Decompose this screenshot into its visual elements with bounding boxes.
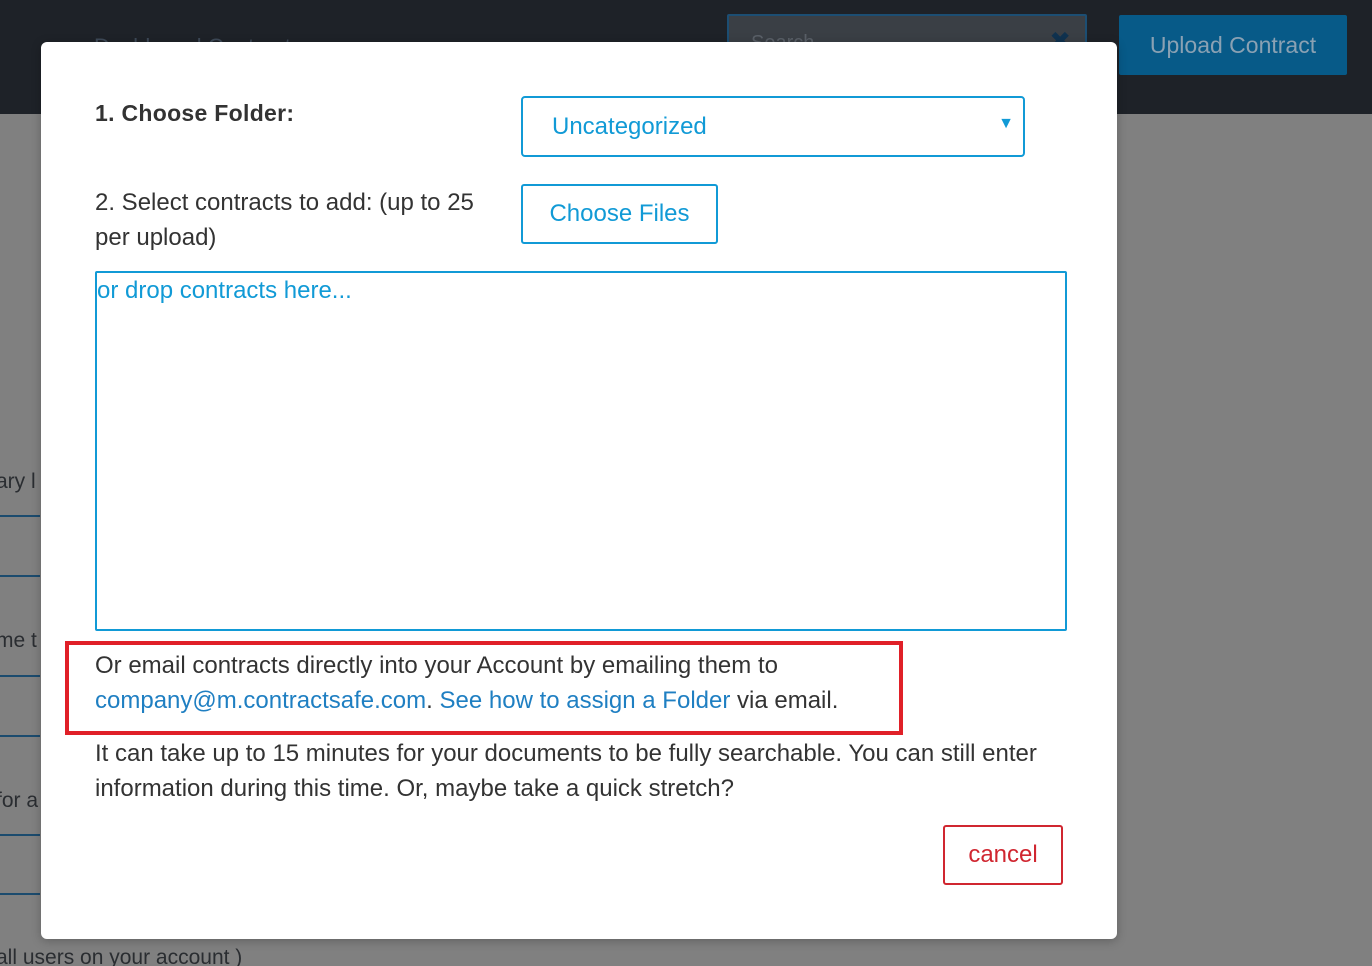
choose-files-button[interactable]: Choose Files	[521, 184, 718, 244]
background-field-underline	[0, 675, 40, 677]
dropzone-hint: or drop contracts here...	[97, 277, 352, 304]
background-field-label: ary l	[0, 470, 36, 493]
upload-contract-modal: 1. Choose Folder: Uncategorized ▼ 2. Sel…	[41, 42, 1117, 939]
background-field-label: all users on your account )	[0, 946, 243, 966]
email-instructions-suffix: via email.	[737, 687, 839, 714]
folder-select[interactable]: Uncategorized ▼	[521, 96, 1025, 157]
email-instructions: Or email contracts directly into your Ac…	[95, 648, 995, 718]
file-dropzone[interactable]: or drop contracts here...	[95, 271, 1067, 631]
background-field-label: for a	[0, 789, 39, 812]
email-address-link[interactable]: company@m.contractsafe.com	[95, 687, 426, 714]
email-separator: .	[426, 687, 433, 714]
choose-folder-label: 1. Choose Folder:	[95, 100, 295, 126]
cancel-button[interactable]: cancel	[943, 825, 1063, 885]
background-field-underline	[0, 735, 40, 737]
assign-folder-link[interactable]: See how to assign a Folder	[440, 687, 731, 714]
background-field-underline	[0, 515, 40, 517]
folder-select-value: Uncategorized	[552, 113, 707, 140]
caret-down-icon: ▼	[998, 115, 1014, 132]
background-field-underline	[0, 834, 40, 836]
background-field-label: me t	[0, 629, 37, 652]
background-field-underline	[0, 893, 40, 895]
processing-info-text: It can take up to 15 minutes for your do…	[95, 740, 1037, 802]
background-field-underline	[0, 575, 40, 577]
select-contracts-label: 2. Select contracts to add: (up to 25 pe…	[95, 189, 474, 251]
email-instructions-prefix: Or email contracts directly into your Ac…	[95, 652, 778, 679]
upload-contract-button[interactable]: Upload Contract	[1119, 15, 1347, 75]
